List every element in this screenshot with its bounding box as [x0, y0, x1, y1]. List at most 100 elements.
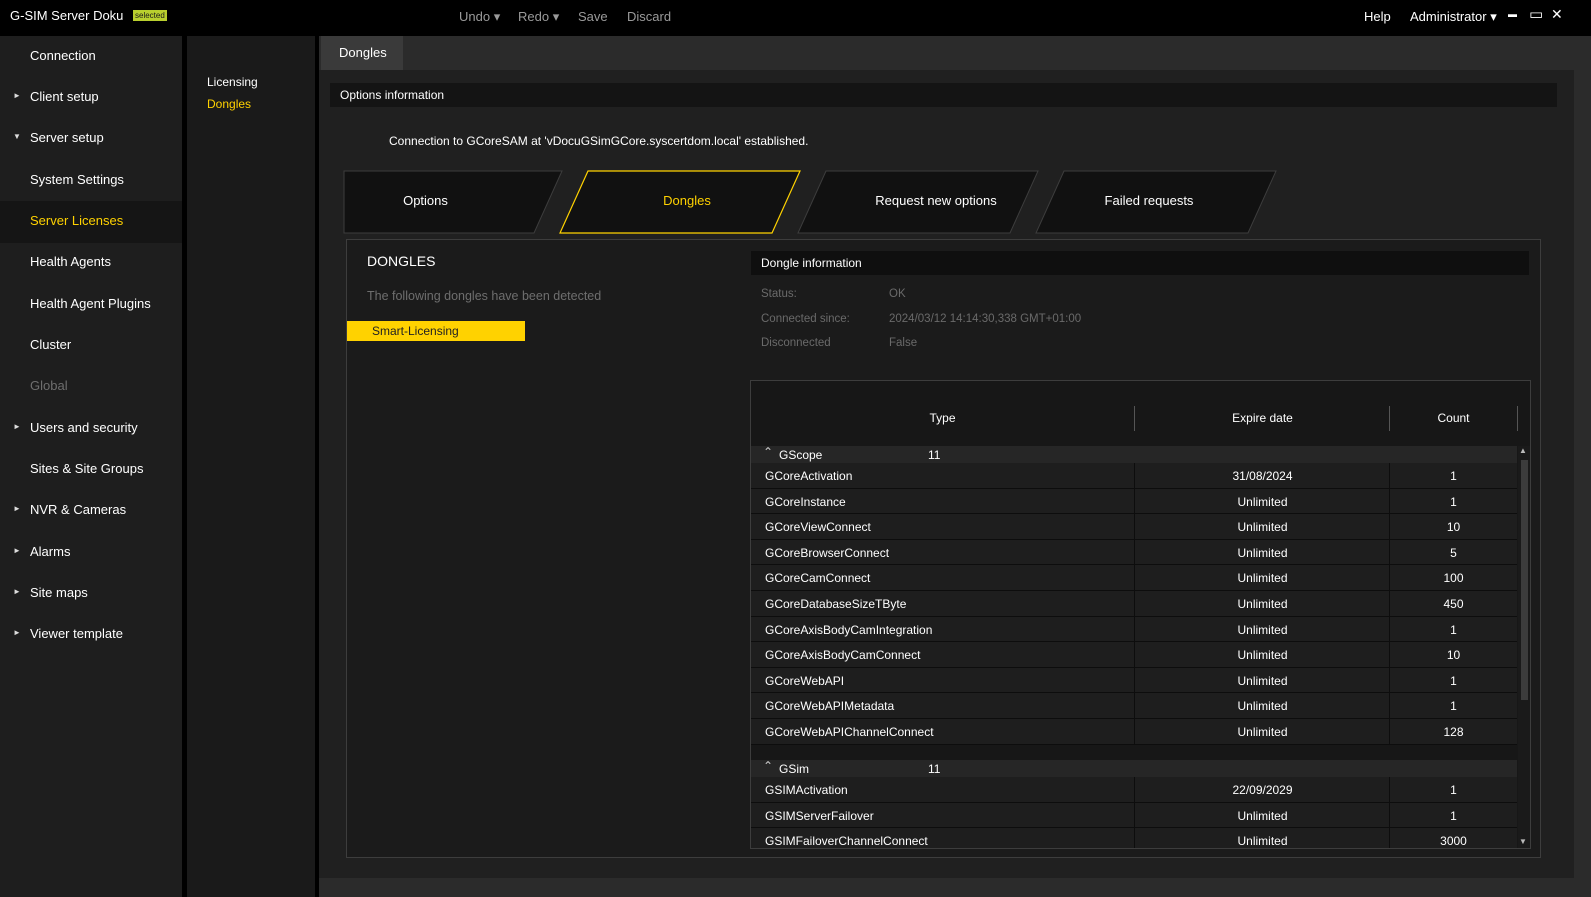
vertical-scrollbar[interactable]: ▲ ▼ — [1518, 446, 1530, 848]
cell-count: 3000 — [1440, 834, 1467, 849]
cell-expire-date: Unlimited — [1237, 545, 1288, 560]
chevron-up-icon[interactable]: ⌃ — [763, 445, 773, 459]
table-row[interactable]: GCoreWebAPIMetadata Unlimited 1 — [751, 693, 1517, 719]
scroll-down-icon[interactable]: ▼ — [1519, 837, 1527, 846]
cell-type: GCoreDatabaseSizeTByte — [765, 597, 907, 611]
redo-button[interactable]: Redo ▾ — [518, 9, 559, 25]
cell-count: 1 — [1450, 469, 1457, 483]
sidebar-item-label: Health Agent Plugins — [30, 296, 151, 311]
help-button[interactable]: Help — [1364, 9, 1391, 24]
cell-expire-date: Unlimited — [1237, 725, 1288, 739]
table-row[interactable]: GSIMServerFailover Unlimited 1 — [751, 802, 1517, 829]
sidebar-item-label: Viewer template — [30, 626, 123, 641]
sidebar-item-site-maps[interactable]: ► Site maps — [0, 573, 182, 615]
sidebar-item-server-licenses[interactable]: Server Licenses — [0, 201, 182, 243]
sidebar-item-health-agent-plugins[interactable]: Health Agent Plugins — [0, 284, 182, 326]
sidebar-item-label: Site maps — [30, 585, 88, 600]
options-information-header: Options information — [330, 83, 1557, 107]
group-row-gscope[interactable]: ⌃ GScope 11 — [751, 445, 1517, 463]
sidebar-item-label: System Settings — [30, 172, 124, 187]
tab-dongles-option[interactable]: Dongles — [558, 170, 802, 234]
sidebar-item-connection[interactable]: Connection — [0, 36, 182, 78]
cell-type: GSIMFailoverChannelConnect — [765, 834, 928, 849]
cell-count: 1 — [1450, 622, 1457, 637]
cell-expire-date: 31/08/2024 — [1232, 469, 1293, 483]
table-row[interactable]: GCoreAxisBodyCamConnect Unlimited 10 — [751, 642, 1517, 668]
connected-since-label: Connected since: — [761, 313, 850, 325]
table-row[interactable]: GSIMFailoverChannelConnect Unlimited 3000 — [751, 828, 1517, 849]
title-bar: G-SIM Server Doku selected Undo ▾ Redo ▾… — [0, 0, 1591, 34]
maximize-icon[interactable]: ▭ — [1529, 5, 1543, 23]
main-panel: Options information Connection to GCoreS… — [319, 70, 1574, 878]
close-icon[interactable]: ✕ — [1551, 6, 1563, 23]
cell-count: 1 — [1450, 783, 1457, 797]
sidebar-item-health-agents[interactable]: Health Agents — [0, 242, 182, 284]
cell-expire-date: 22/09/2029 — [1232, 783, 1293, 797]
sidebar-item-server-setup[interactable]: ▼ Server setup — [0, 118, 182, 160]
table-row[interactable]: GCoreActivation 31/08/2024 1 — [751, 463, 1517, 489]
tab-label: Request new options — [875, 193, 997, 208]
scrollbar-thumb[interactable] — [1521, 460, 1528, 700]
chevron-up-icon[interactable]: ⌃ — [763, 759, 773, 773]
column-header-expire-date[interactable]: Expire date — [1135, 411, 1390, 425]
cell-type: GSIMActivation — [765, 783, 848, 797]
sidebar-item-viewer-template[interactable]: ► Viewer template — [0, 614, 182, 656]
save-button[interactable]: Save — [578, 9, 608, 24]
sidebar-item-alarms[interactable]: ► Alarms — [0, 532, 182, 574]
sidebar-item-label: Client setup — [30, 89, 99, 104]
tab-failed-requests[interactable]: Failed requests — [1034, 170, 1278, 234]
cell-count: 10 — [1446, 648, 1461, 663]
sidebar-item-client-setup[interactable]: ► Client setup — [0, 77, 182, 119]
tab-options[interactable]: Options — [343, 170, 563, 234]
table-row[interactable]: GCoreWebAPIChannelConnect Unlimited 128 — [751, 719, 1517, 745]
cell-expire-date: Unlimited — [1237, 494, 1288, 509]
cell-count: 100 — [1443, 571, 1464, 586]
sidebar-item-sites[interactable]: Sites & Site Groups — [0, 449, 182, 491]
minimize-icon[interactable]: ▬ — [1508, 9, 1517, 19]
sidebar-item-users-and-security[interactable]: ► Users and security — [0, 408, 182, 450]
table-row[interactable]: GCoreCamConnect Unlimited 100 — [751, 565, 1517, 591]
cell-type: GCoreAxisBodyCamIntegration — [765, 622, 933, 637]
table-row[interactable]: GCoreWebAPI Unlimited 1 — [751, 667, 1517, 694]
tab-dongles[interactable]: Dongles — [321, 36, 403, 70]
group-count: 11 — [928, 762, 941, 776]
cell-type: GCoreViewConnect — [765, 520, 871, 535]
sidebar-item-cluster[interactable]: Cluster — [0, 325, 182, 367]
sidebar-item-label: NVR & Cameras — [30, 502, 127, 517]
cell-count: 1 — [1450, 673, 1457, 688]
user-menu[interactable]: Administrator ▾ — [1410, 9, 1497, 25]
tab-label: Dongles — [663, 193, 711, 208]
sidebar-item-label: Server Licenses — [30, 213, 124, 228]
dongles-content: DONGLES The following dongles have been … — [346, 239, 1541, 858]
column-header-count[interactable]: Count — [1390, 411, 1517, 425]
undo-button[interactable]: Undo ▾ — [459, 9, 500, 25]
group-row-gsim[interactable]: ⌃ GSim 11 — [751, 759, 1517, 777]
subnav-item-dongles[interactable]: Dongles — [207, 97, 251, 111]
cell-expire-date: Unlimited — [1237, 622, 1288, 637]
dongle-information-title: Dongle information — [761, 256, 862, 270]
cell-expire-date: Unlimited — [1237, 648, 1288, 663]
discard-button[interactable]: Discard — [627, 9, 671, 24]
sidebar-item-system-settings[interactable]: System Settings — [0, 160, 182, 202]
cell-type: GCoreWebAPI — [765, 673, 845, 688]
group-name: GSim — [779, 762, 809, 776]
selected-badge: selected — [133, 10, 167, 21]
dongle-list-item[interactable]: Smart-Licensing — [347, 321, 525, 341]
table-row[interactable]: GCoreBrowserConnect Unlimited 5 — [751, 539, 1517, 566]
table-row[interactable]: GCoreInstance Unlimited 1 — [751, 488, 1517, 515]
cell-count: 1 — [1450, 808, 1457, 823]
cell-type: GSIMServerFailover — [765, 808, 874, 823]
column-header-type[interactable]: Type — [751, 411, 1134, 425]
subnav-item-licensing[interactable]: Licensing — [207, 75, 258, 89]
app-title: G-SIM Server Doku — [10, 8, 124, 23]
table-row[interactable]: GCoreViewConnect Unlimited 10 — [751, 514, 1517, 540]
tab-request-new-options[interactable]: Request new options — [796, 170, 1040, 234]
connected-since-value: 2024/03/12 14:14:30,338 GMT+01:00 — [889, 313, 1082, 325]
sidebar-item-nvr-cameras[interactable]: ► NVR & Cameras — [0, 490, 182, 532]
scroll-up-icon[interactable]: ▲ — [1519, 446, 1527, 455]
expand-arrow-icon: ► — [13, 546, 21, 555]
table-row[interactable]: GCoreAxisBodyCamIntegration Unlimited 1 — [751, 616, 1517, 643]
cell-expire-date: Unlimited — [1237, 571, 1288, 586]
table-row[interactable]: GCoreDatabaseSizeTByte Unlimited 450 — [751, 591, 1517, 617]
table-row[interactable]: GSIMActivation 22/09/2029 1 — [751, 777, 1517, 803]
